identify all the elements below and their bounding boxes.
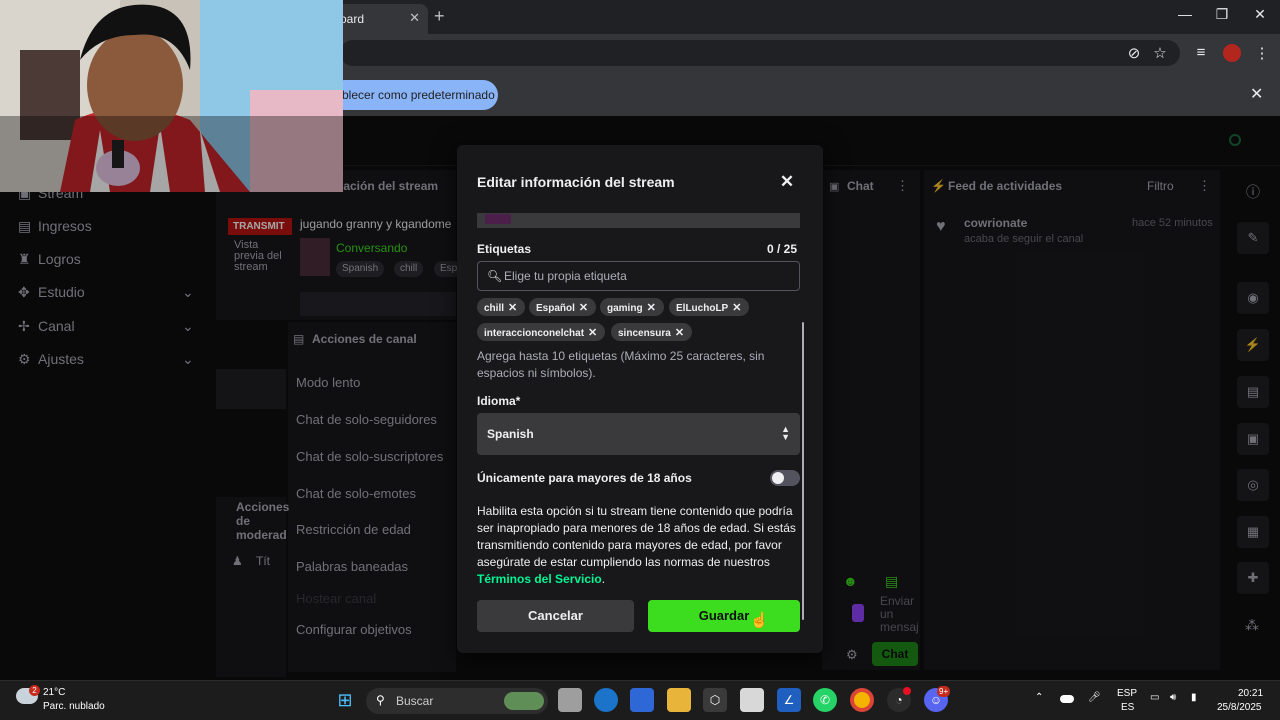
search-icon: 🔍︎ [487,269,503,283]
modal-scrollbar[interactable] [802,322,804,620]
close-icon[interactable]: ✕ [778,172,796,192]
battery-icon[interactable]: ▮ [1191,692,1197,703]
search-icon: ⚲ [376,693,385,707]
tag-search-field[interactable]: 🔍︎ [477,261,800,291]
address-bar[interactable] [340,40,1180,66]
category-thumbnail [485,214,511,224]
start-windows-icon[interactable]: ⊞ [333,688,357,712]
weather-desc[interactable]: Parc. nublado [43,701,105,712]
tags-hint: Agrega hasta 10 etiquetas (Máximo 25 car… [477,349,765,380]
discord-badge: 9+ [937,686,951,697]
remove-tag-icon[interactable]: ✕ [588,327,597,339]
tag-chip: Español ✕ [529,298,597,316]
tag-chip: chill ✕ [477,298,526,316]
tags-label: Etiquetas [477,242,532,256]
onedrive-icon[interactable] [1060,695,1074,703]
tray-chevron-icon[interactable]: ⌃ [1035,692,1043,703]
clock-time[interactable]: 20:21 [1238,688,1263,699]
media-list-icon[interactable]: ≡ [1191,44,1211,61]
mature-description: Habilita esta opción si tu stream tiene … [477,504,796,586]
category-card [477,213,800,228]
remove-tag-icon[interactable]: ✕ [732,302,741,314]
new-tab-icon[interactable]: + [434,6,445,27]
taskbar-search[interactable]: ⚲ Buscar [366,688,548,714]
save-button[interactable]: Guardar [648,600,800,632]
tag-chip: interaccionconelchat ✕ [477,323,606,341]
taskbar-search-label: Buscar [396,694,434,708]
browser-tab[interactable]: oard ✕ [330,4,428,34]
tag-chip: ElLuchoLP ✕ [669,298,750,316]
clock-date[interactable]: 25/8/2025 [1217,702,1262,713]
editor-app-icon[interactable]: ∠ [777,688,801,712]
toggle-knob [772,472,784,484]
close-infobar-icon[interactable]: ✕ [1250,84,1263,104]
kebab-menu-icon[interactable]: ⋮ [1252,44,1272,62]
mature-toggle[interactable] [770,470,800,486]
tag-chip: gaming ✕ [600,298,664,316]
tab-title: oard [340,12,365,26]
cube-app-icon[interactable]: ⬡ [703,688,727,712]
close-tab-icon[interactable]: ✕ [409,10,420,26]
close-window-icon[interactable]: ✕ [1245,6,1275,23]
file-explorer-icon[interactable] [667,688,691,712]
search-highlight-icon [504,692,544,710]
tag-input[interactable] [504,266,794,286]
language-value: Spanish [487,427,534,441]
volume-icon[interactable]: 🔊︎ [1170,692,1176,703]
profile-avatar[interactable] [1223,44,1241,62]
whatsapp-icon[interactable]: ✆ [813,688,837,712]
network-icon[interactable]: ▭ [1150,692,1159,703]
set-default-button[interactable]: blecer como predeterminado [330,80,498,110]
minimize-icon[interactable]: — [1170,6,1200,22]
eye-off-icon[interactable]: ⊘ [1124,44,1144,62]
tags-count: 0 / 25 [767,242,798,256]
remove-tag-icon[interactable]: ✕ [508,302,517,314]
language-label: Idioma* [477,394,521,408]
tag-chip: sincensura ✕ [611,323,693,341]
terms-of-service-link[interactable]: Términos del Servicio [477,572,602,586]
microphone-icon[interactable]: 🎤︎ [1088,692,1101,703]
cancel-button[interactable]: Cancelar [477,600,634,632]
modal-title: Editar información del stream [477,174,675,190]
restore-icon[interactable]: ❐ [1207,6,1237,23]
input-language[interactable]: ESP [1117,688,1137,699]
store-icon[interactable] [630,688,654,712]
select-arrows-icon: ▲ ▼ [781,424,790,442]
obs-badge [903,687,911,695]
language-select[interactable]: Spanish ▲ ▼ [477,413,800,455]
notes-app-icon[interactable] [740,688,764,712]
chrome-icon[interactable] [850,688,874,712]
input-language-sub[interactable]: ES [1121,702,1134,713]
remove-tag-icon[interactable]: ✕ [675,327,684,339]
edge-icon[interactable] [594,688,618,712]
bookmark-star-icon[interactable]: ☆ [1150,44,1170,62]
weather-badge: 2 [29,685,40,696]
mature-label: Únicamente para mayores de 18 años [477,471,692,485]
remove-tag-icon[interactable]: ✕ [647,302,656,314]
mouse-cursor-icon: ☝ [750,612,769,629]
remove-tag-icon[interactable]: ✕ [579,302,588,314]
weather-temp[interactable]: 21°C [43,687,65,698]
task-view-icon[interactable] [558,688,582,712]
